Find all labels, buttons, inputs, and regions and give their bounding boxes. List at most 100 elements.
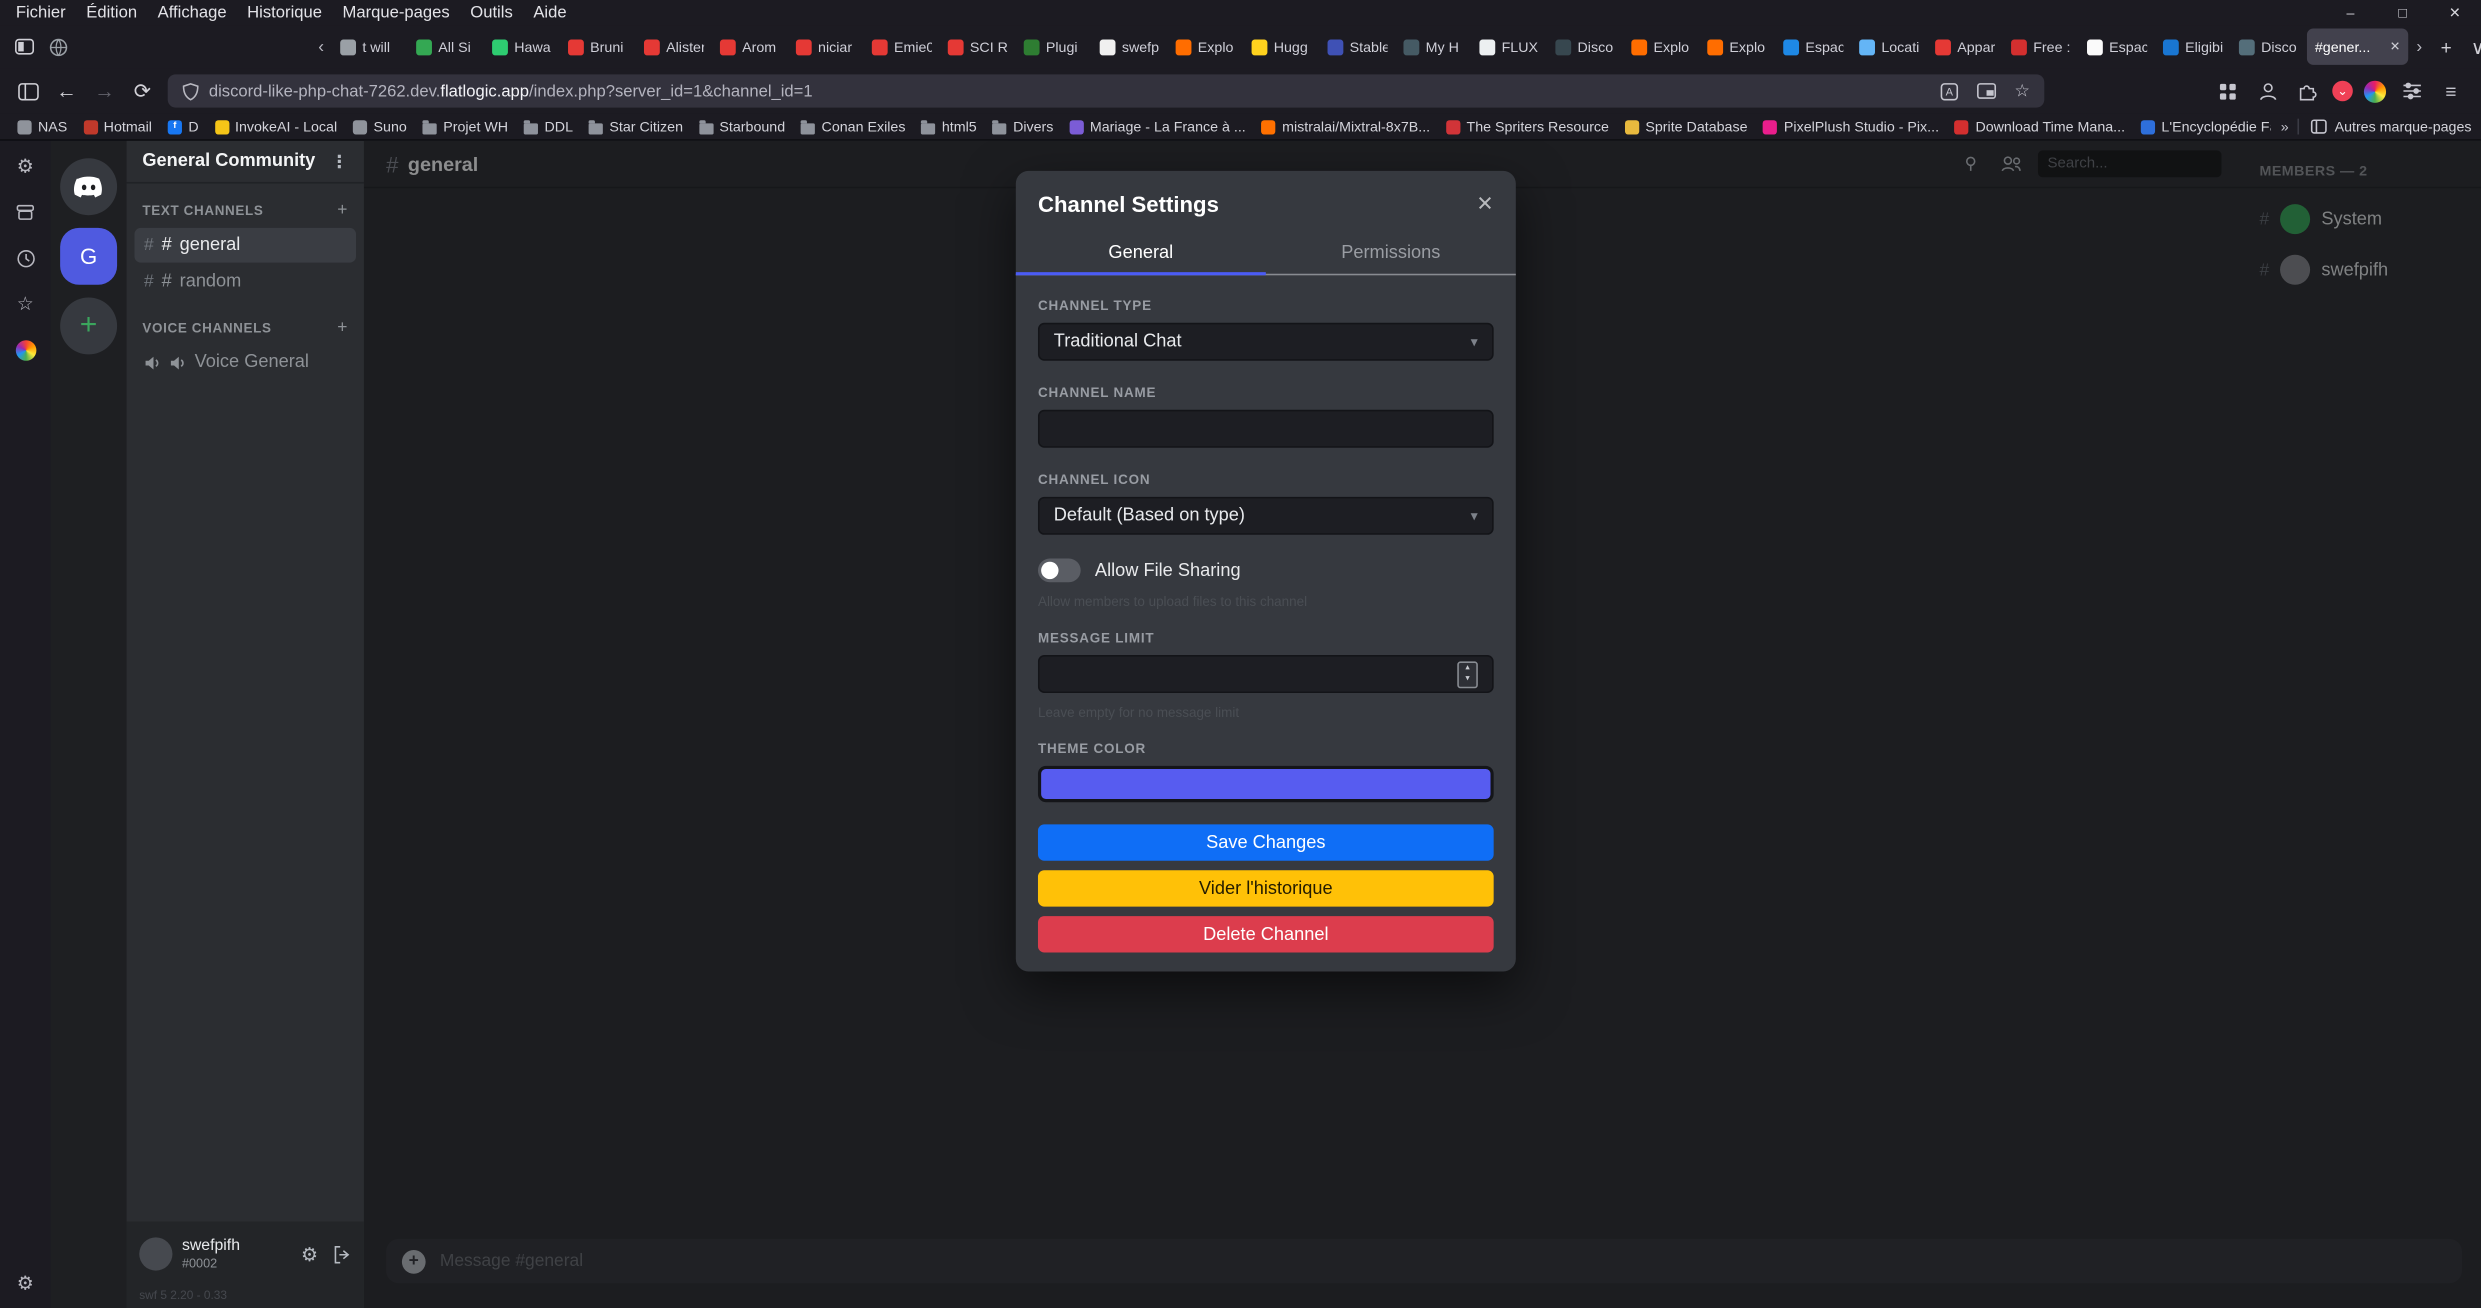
bookmark-item[interactable]: Conan Exiles [793,119,913,135]
logout-icon[interactable] [332,1244,351,1263]
browser-tab[interactable]: Eligibi [2155,28,2231,64]
bookmark-item[interactable]: Download Time Mana... [1947,119,2133,135]
add-server-button[interactable]: + [60,297,117,354]
menu-item[interactable]: Marque-pages [343,3,450,22]
bookmarks-overflow-chevron[interactable]: » [2271,119,2298,135]
browser-tab[interactable]: SCI Ri [940,28,1016,64]
browser-tab[interactable]: My H [1396,28,1472,64]
theme-color-picker[interactable] [1038,766,1494,802]
theme-color-icon[interactable] [13,337,38,362]
bookmark-item[interactable]: Star Citizen [581,119,691,135]
translate-icon[interactable]: A [1940,81,1959,100]
browser-tab[interactable]: FLUX [1472,28,1548,64]
menu-item[interactable]: Édition [86,3,137,22]
add-text-channel-icon[interactable]: + [337,201,348,220]
address-bar[interactable]: discord-like-php-chat-7262.dev.flatlogic… [168,74,2045,107]
browser-tab[interactable]: niciar [788,28,864,64]
channel-item[interactable]: # # general [134,228,356,263]
server-header[interactable]: General Community ⋮ [127,141,364,184]
add-voice-channel-icon[interactable]: + [337,318,348,337]
menu-item[interactable]: Aide [533,3,566,22]
browser-tab[interactable]: Emie0 [864,28,940,64]
pocket-icon[interactable]: ⌄ [2332,81,2353,102]
bookmark-item[interactable]: DDL [516,119,581,135]
browser-tab[interactable]: Disco [2231,28,2307,64]
server-icon-general-community[interactable]: G [60,228,117,285]
browser-tab[interactable]: swefp [1092,28,1168,64]
new-tab-button[interactable]: + [2430,31,2462,63]
delete-channel-button[interactable]: Delete Channel [1038,916,1494,952]
scroll-tabs-right-button[interactable]: › [2408,37,2430,56]
spinner-up-icon[interactable]: ▴ [1465,665,1469,674]
server-menu-kebab-icon[interactable]: ⋮ [331,151,348,172]
browser-tab[interactable]: Bruni [560,28,636,64]
browser-tab[interactable]: Explo [1699,28,1775,64]
forward-button[interactable]: → [85,72,123,110]
close-tab-icon[interactable]: ✕ [2390,40,2401,54]
number-spinner[interactable]: ▴ ▾ [1457,661,1478,688]
shield-icon[interactable] [182,81,199,100]
browser-tab[interactable]: Hawa [484,28,560,64]
firefox-view-icon[interactable] [6,31,41,63]
browser-tab[interactable]: Hugg [1244,28,1320,64]
voice-channel-item[interactable]: Voice General [134,345,356,380]
bookmark-item[interactable]: PixelPlush Studio - Pix... [1755,119,1947,135]
bookmark-item[interactable]: Hotmail [75,119,160,135]
active-tab[interactable]: #gener... ✕ [2307,28,2408,64]
history-clock-icon[interactable] [13,245,38,270]
account-icon[interactable] [2253,77,2281,105]
save-changes-button[interactable]: Save Changes [1038,824,1494,860]
minimize-button[interactable]: – [2324,0,2376,25]
menu-item[interactable]: Historique [247,3,322,22]
user-avatar[interactable] [139,1237,172,1270]
close-window-button[interactable]: ✕ [2429,0,2481,25]
clear-history-button[interactable]: Vider l'historique [1038,870,1494,906]
menu-item[interactable]: Fichier [16,3,66,22]
discord-home-button[interactable] [60,158,117,215]
channel-item[interactable]: # # random [134,264,356,299]
back-button[interactable]: ← [47,72,85,110]
browser-tab[interactable]: Disco [1547,28,1623,64]
settings-gear-icon[interactable]: ⚙ [13,153,38,178]
bookmark-item[interactable]: Projet WH [415,119,516,135]
extensions-puzzle-icon[interactable] [2293,77,2321,105]
bookmark-item[interactable]: mistralai/Mixtral-8x7B... [1254,119,1438,135]
reload-button[interactable]: ⟳ [123,72,161,110]
browser-tab[interactable]: Arom [712,28,788,64]
browser-tab[interactable]: Alister [636,28,712,64]
bookmark-item[interactable]: NAS [9,119,75,135]
browser-tab[interactable]: t will [332,28,408,64]
sidebar-settings-gear-icon[interactable]: ⚙ [13,1271,38,1296]
browser-tab[interactable]: Explo [1168,28,1244,64]
scroll-tabs-left-button[interactable]: ‹ [310,37,332,56]
settings-sliders-icon[interactable] [2397,77,2425,105]
browser-tab[interactable]: Stable [1320,28,1396,64]
browser-tab[interactable]: Espace cli [1775,28,1851,64]
other-bookmarks[interactable]: Autres marque-pages [2298,119,2471,135]
profile-avatar-icon[interactable] [2364,80,2386,102]
browser-tab[interactable]: Plugi [1016,28,1092,64]
menu-item[interactable]: Outils [470,3,512,22]
bookmark-item[interactable]: f D [160,119,207,135]
channel-name-input[interactable] [1038,410,1494,448]
browser-tab[interactable]: All Si [408,28,484,64]
channel-type-select[interactable]: Traditional Chat ▾ [1038,323,1494,361]
bookmark-item[interactable]: L'Encyclopédie Fantast... [2133,119,2271,135]
browser-tab[interactable]: Espace ab [2079,28,2155,64]
list-all-tabs-button[interactable]: ∨ [2462,31,2481,63]
file-sharing-toggle[interactable] [1038,559,1081,583]
bookmark-item[interactable]: Divers [985,119,1062,135]
browser-tab[interactable]: Free : [2003,28,2079,64]
bookmark-item[interactable]: InvokeAI - Local [207,119,346,135]
bookmark-item[interactable]: Suno [345,119,415,135]
bookmark-item[interactable]: html5 [913,119,984,135]
menu-item[interactable]: Affichage [158,3,227,22]
bookmark-item[interactable]: The Spriters Resource [1438,119,1617,135]
modal-close-icon[interactable]: ✕ [1476,191,1493,216]
picture-in-picture-icon[interactable] [1976,82,1997,99]
maximize-button[interactable]: □ [2377,0,2429,25]
archive-icon[interactable] [13,199,38,224]
menu-hamburger-icon[interactable]: ≡ [2437,77,2465,105]
pinned-tab-globe-icon[interactable] [41,31,76,63]
tab-permissions[interactable]: Permissions [1266,233,1516,274]
